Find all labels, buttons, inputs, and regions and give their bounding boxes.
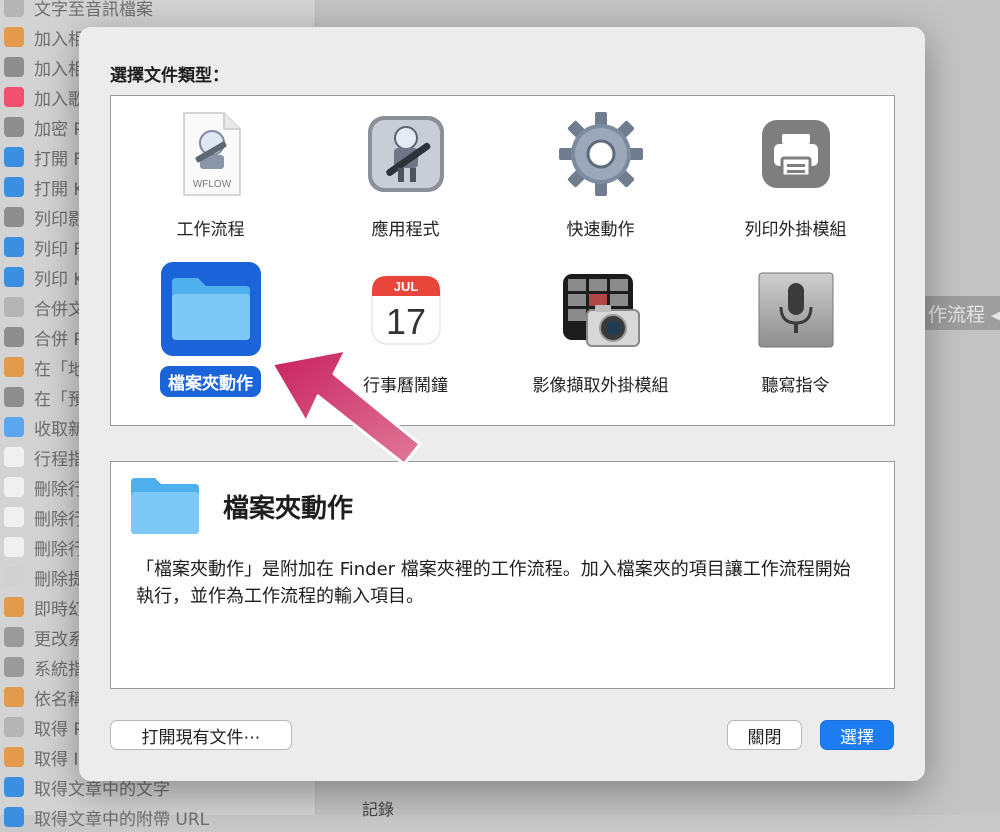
background-action-label: 列印 F [34,239,84,260]
choose-document-type-dialog: 選擇文件類型： WFLOW 工作流程 應用程式 快速動作 列印外掛模組 檔案夾動… [79,27,925,781]
calendar-icon [4,477,24,497]
background-action-label: 加入歌 [34,89,85,110]
wflow-badge-text: WFLOW [192,179,231,190]
calendar-day: 17 [385,301,425,342]
photos-icon [4,687,24,707]
background-action-label: 刪除行 [34,479,85,500]
mail-icon [4,417,24,437]
finder-icon [4,237,24,257]
background-action-label: 取得文章中的附帶 URL [34,809,210,830]
type-label: 檔案夾動作 [160,366,261,397]
description-panel: 檔案夾動作 「檔案夾動作」是附加在 Finder 檔案夾裡的工作流程。加入檔案夾… [110,461,895,689]
background-action-label: 打開 K [34,179,85,200]
tools-icon [4,657,24,677]
list-icon [4,567,24,587]
background-action-label: 在「預 [34,389,85,410]
background-action-label: 合併 P [34,329,84,350]
photos-icon [4,357,24,377]
background-action-label: 加入相 [34,29,85,50]
type-quick-action[interactable]: 快速動作 [503,106,698,243]
document-icon [4,0,24,17]
background-action-label: 系統指 [34,659,85,680]
annotation-arrow-icon [270,348,422,466]
background-action-label: 加入相 [34,59,85,80]
gear-icon [553,106,649,202]
calendar-month: JUL [393,279,418,294]
type-print-plugin[interactable]: 列印外掛模組 [698,106,893,243]
background-action-label: 刪除行 [34,509,85,530]
photos-icon [4,27,24,47]
automator-icon [4,387,24,407]
automator-icon [4,57,24,77]
open-existing-document-button[interactable]: 打開現有文件⋯ [110,720,292,750]
document-icon [4,297,24,317]
choose-button[interactable]: 選擇 [820,720,894,750]
background-action-item[interactable]: 取得文章中的附帶 URL [0,802,315,832]
photos-icon [4,747,24,767]
description-title: 檔案夾動作 [223,494,354,524]
type-application[interactable]: 應用程式 [308,106,503,243]
background-action-label: 即時幻 [34,599,85,620]
document-type-grid: WFLOW 工作流程 應用程式 快速動作 列印外掛模組 檔案夾動作 JUL 17… [110,95,895,426]
background-action-label: 打開 F [34,149,84,170]
background-workflow-label: 作流程 ◂ [918,296,1000,330]
finder-icon [4,147,24,167]
type-dictation-command[interactable]: 聽寫指令 [698,262,893,399]
wflow-document-icon: WFLOW [163,106,259,202]
document-icon [4,717,24,737]
automator-icon [4,327,24,347]
close-button[interactable]: 關閉 [727,720,802,750]
folder-icon [129,476,201,540]
automator-robot-icon [358,106,454,202]
photos-icon [4,597,24,617]
type-label: 列印外掛模組 [744,220,847,240]
background-action-label: 在「地 [34,359,85,380]
calendar-icon [4,507,24,527]
background-action-label: 加密 P [34,119,84,140]
background-action-label: 文字至音訊檔案 [34,0,153,20]
type-label: 工作流程 [176,220,245,240]
background-action-label: 取得 I [34,749,79,770]
type-image-capture-plugin[interactable]: 影像擷取外掛模組 [503,262,698,399]
type-label: 影像擷取外掛模組 [532,376,669,396]
background-action-label: 收取新 [34,419,85,440]
folder-icon [160,262,261,356]
safari-icon [4,777,24,797]
description-text: 「檔案夾動作」是附加在 Finder 檔案夾裡的工作流程。加入檔案夾的項目讓工作… [136,559,851,607]
background-log-label: 記錄 [362,800,395,819]
background-action-item[interactable]: 文字至音訊檔案 [0,0,315,22]
background-action-label: 刪除提 [34,569,85,590]
background-action-label: 取得 P [34,719,84,740]
camera-icon [553,262,649,358]
keynote-icon [4,177,24,197]
automator-icon [4,117,24,137]
calendar-icon [4,537,24,557]
automator-icon [4,207,24,227]
keynote-icon [4,267,24,287]
background-action-label: 依名稱 [34,689,85,710]
type-label: 聽寫指令 [761,376,830,396]
background-action-label: 合併文 [34,299,85,320]
microphone-icon [748,262,844,358]
safari-icon [4,807,24,827]
background-action-label: 列印影 [34,209,85,230]
type-label: 快速動作 [566,220,635,240]
background-action-label: 行程指 [34,449,85,470]
dialog-prompt: 選擇文件類型： [110,66,229,86]
calendar-icon [4,447,24,467]
type-workflow[interactable]: WFLOW 工作流程 [113,106,308,243]
background-action-label: 列印 K [34,269,85,290]
type-label: 應用程式 [371,220,440,240]
music-icon [4,87,24,107]
background-action-label: 刪除行 [34,539,85,560]
printer-icon [748,106,844,202]
gear-icon [4,627,24,647]
background-action-label: 更改系 [34,629,85,650]
